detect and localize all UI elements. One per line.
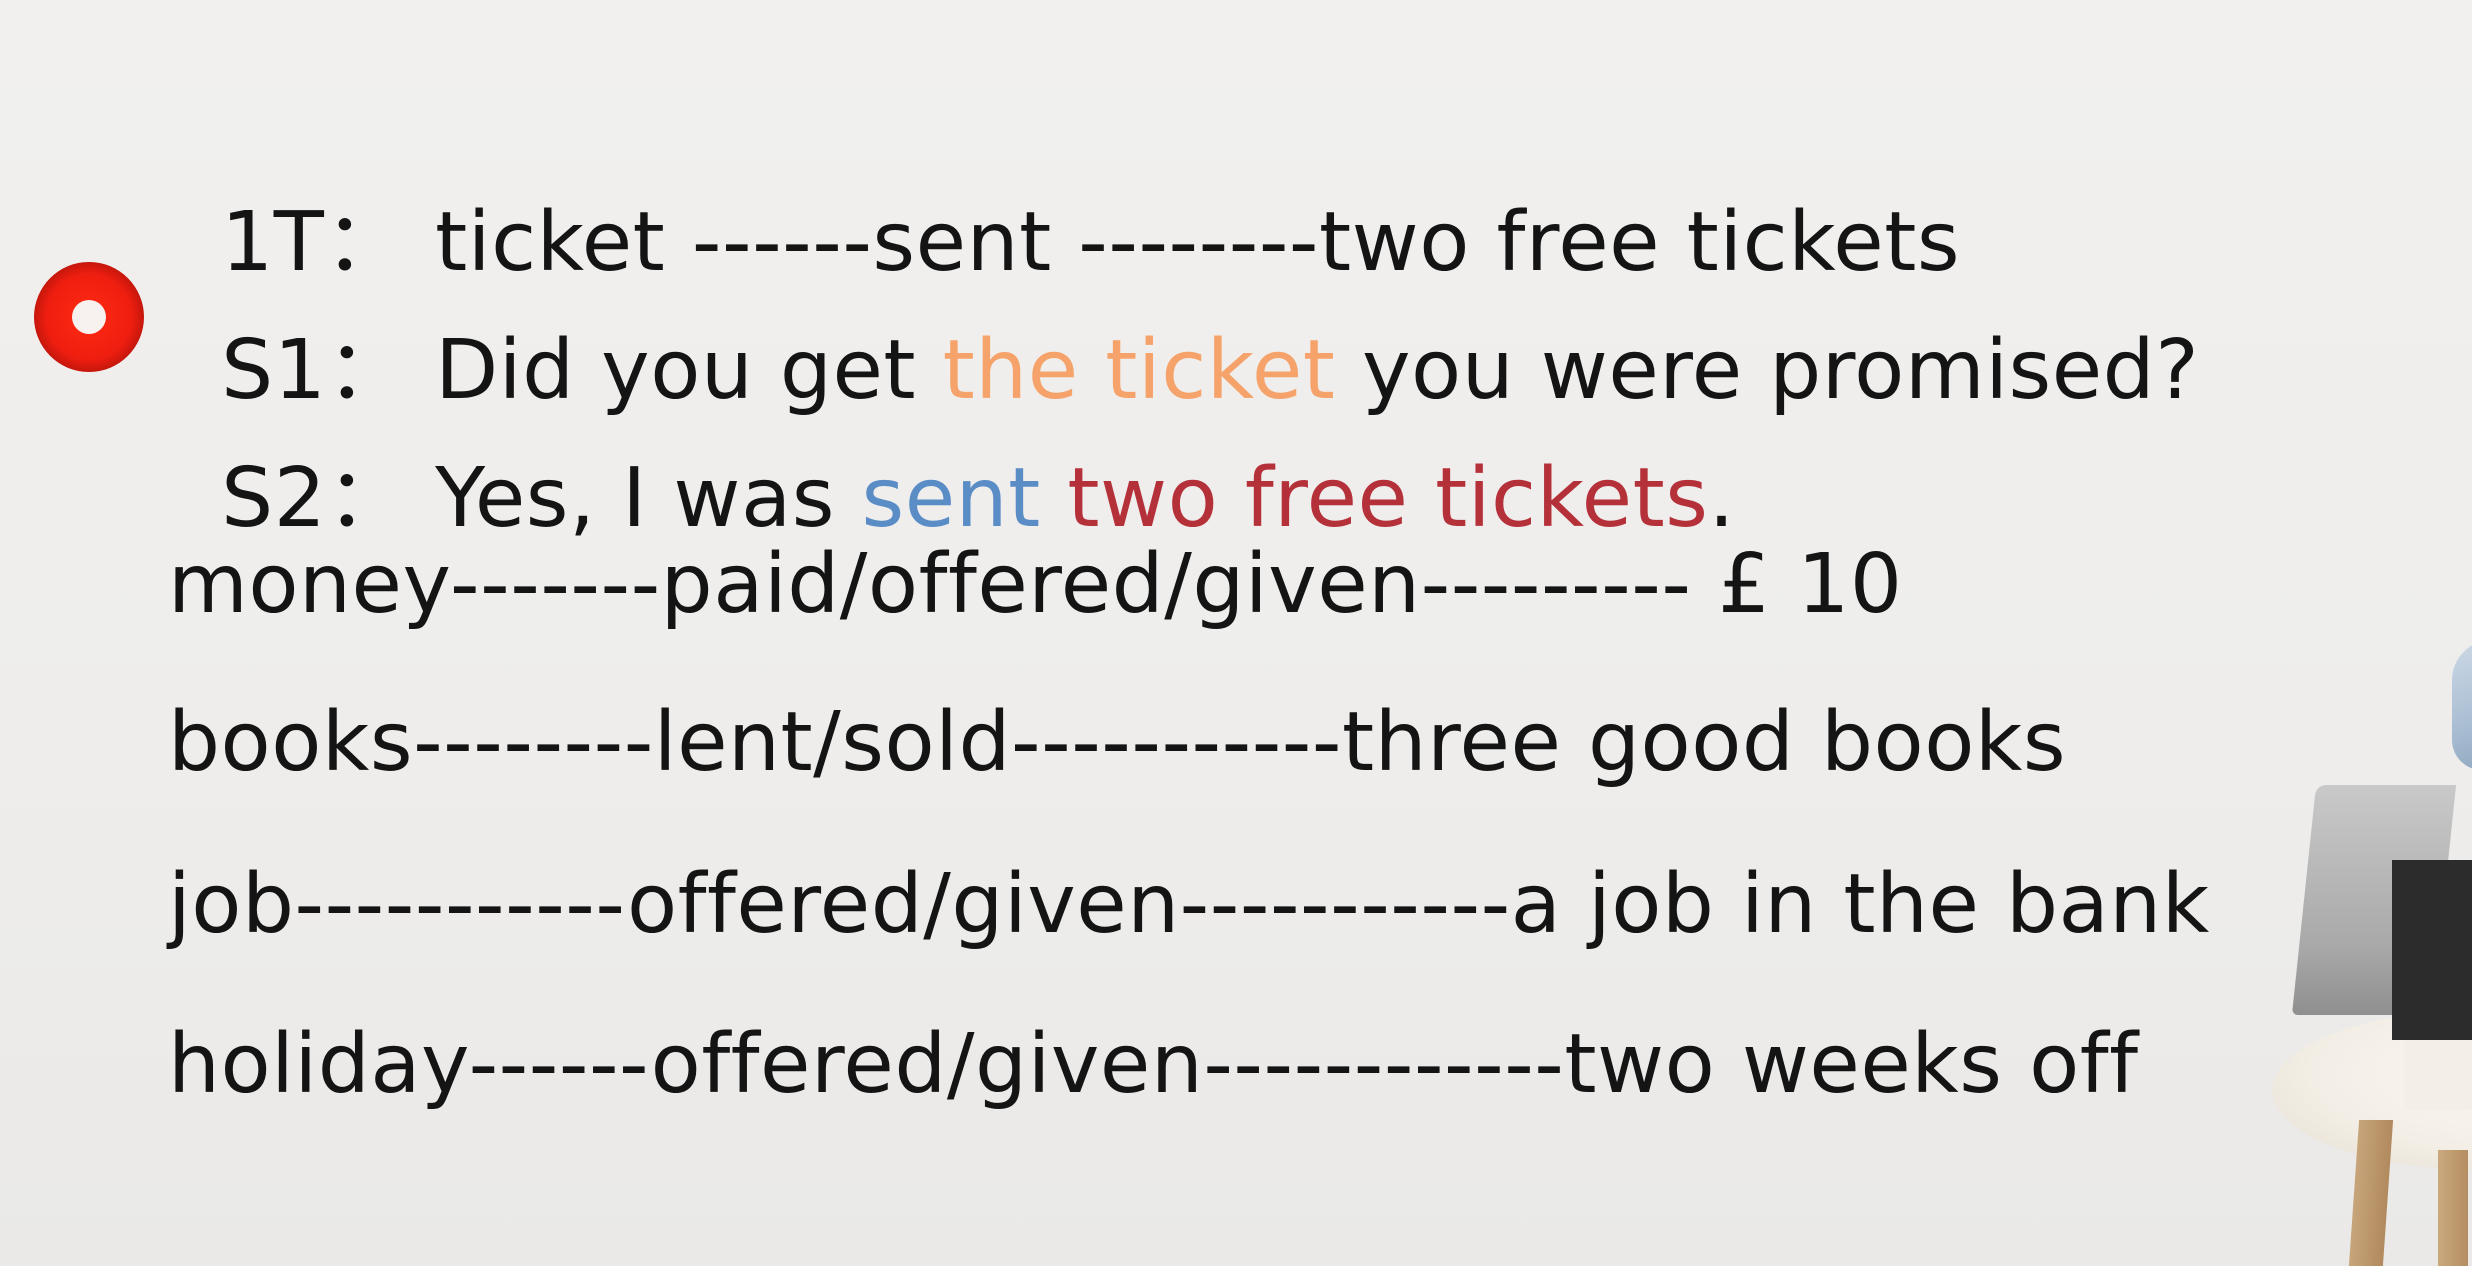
highlight-sent: sent: [861, 451, 1041, 546]
line-s2: S2： Yes, I was sent two free tickets.: [168, 376, 1735, 540]
pattern-books: books--------lent/sold-----------three g…: [168, 695, 2067, 790]
presenter-scene: [2272, 0, 2472, 1266]
table-leg: [2438, 1150, 2468, 1266]
line-text-before: Yes, I was: [435, 451, 862, 546]
presenter-arm: [2452, 640, 2472, 770]
line-label: S2：: [221, 451, 409, 546]
laptop-screen: [2392, 860, 2472, 1040]
highlight-two-free-tickets: two free tickets: [1067, 451, 1709, 546]
line-text-after: .: [1708, 451, 1736, 546]
pattern-job: job-----------offered/given-----------a …: [168, 857, 2210, 952]
cup: [2404, 1040, 2472, 1110]
record-dot-icon: [34, 262, 144, 372]
pattern-holiday: holiday------offered/given------------tw…: [168, 1017, 2139, 1112]
pattern-money: money-------paid/offered/given--------- …: [168, 537, 1903, 632]
